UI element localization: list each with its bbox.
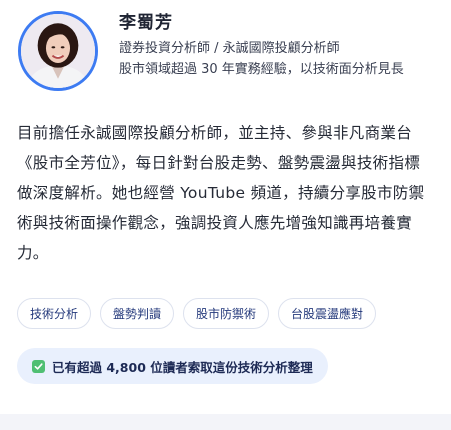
tag-volatility[interactable]: 台股震盪應對 [278,298,377,329]
author-experience: 股市領域超過 30 年實務經驗，以技術面分析見長 [119,62,404,77]
tag-technical-analysis[interactable]: 技術分析 [17,298,92,329]
author-bio: 目前擔任永誠國際投顧分析師，並主持、參與非凡商業台《股市全芳位》，每日針對台股走… [17,124,425,262]
avatar [18,11,98,91]
tag-list: 技術分析 盤勢判讀 股市防禦術 台股震盪應對 [17,298,377,329]
tag-defense[interactable]: 股市防禦術 [183,298,270,329]
author-title: 證券投資分析師 / 永誠國際投顧分析師 [119,41,340,56]
notice-text: 已有超過 4,800 位讀者索取這份技術分析整理 [52,359,313,375]
tag-market-reading[interactable]: 盤勢判讀 [100,298,175,329]
footer-strip [0,414,451,430]
check-icon [32,359,45,373]
portrait-icon [21,14,95,88]
reader-count-notice: 已有超過 4,800 位讀者索取這份技術分析整理 [17,348,328,384]
author-card: 李蜀芳 證券投資分析師 / 永誠國際投顧分析師 股市領域超過 30 年實務經驗，… [0,0,451,430]
author-name: 李蜀芳 [119,13,173,33]
